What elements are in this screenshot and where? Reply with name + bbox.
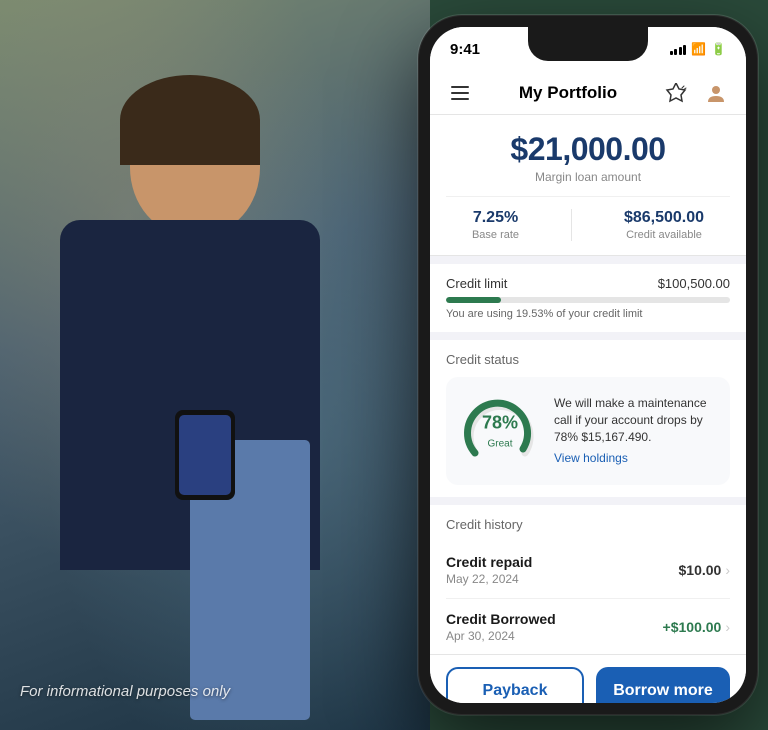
stat-divider: [571, 209, 572, 241]
history-item-date: Apr 30, 2024: [446, 629, 556, 643]
gauge-percent: 78%: [482, 412, 518, 433]
credit-available-label: Credit available: [624, 229, 704, 241]
status-icons: 📶 🔋: [670, 42, 726, 56]
background-photo: [0, 0, 430, 730]
phone-screen: 9:41 📶 🔋: [430, 27, 746, 703]
history-item-title: Credit Borrowed: [446, 611, 556, 627]
history-item-amount: $10.00: [679, 562, 722, 578]
history-item-right: $10.00 ›: [679, 562, 731, 578]
gauge-container: 78% Great: [460, 391, 540, 471]
chevron-right-icon: ›: [725, 562, 730, 578]
borrow-more-button[interactable]: Borrow more: [596, 667, 730, 703]
hamburger-icon[interactable]: [446, 79, 474, 107]
phone-device: 9:41 📶 🔋: [418, 15, 758, 715]
payback-button[interactable]: Payback: [446, 667, 584, 703]
credit-history-title: Credit history: [446, 517, 730, 532]
nav-title: My Portfolio: [519, 83, 617, 103]
credit-status-card: 78% Great We will make a maintenance cal…: [446, 377, 730, 485]
nav-action-icons: [662, 79, 730, 107]
status-time: 9:41: [450, 41, 480, 58]
base-rate-label: Base rate: [472, 229, 519, 241]
history-item-right: +$100.00 ›: [663, 619, 730, 635]
person-torso: [60, 220, 320, 570]
person-hair: [120, 75, 260, 165]
history-item[interactable]: Credit repaid May 22, 2024 $10.00 ›: [446, 542, 730, 599]
person-illustration: [0, 30, 430, 730]
credit-status-description: We will make a maintenance call if your …: [554, 395, 716, 466]
wifi-icon: 📶: [691, 42, 706, 56]
credit-status-section: Credit status 78% Great: [430, 340, 746, 497]
credit-history-section: Credit history Credit repaid May 22, 202…: [430, 505, 746, 654]
history-item-title: Credit repaid: [446, 554, 532, 570]
status-bar: 9:41 📶 🔋: [430, 27, 746, 71]
amount-label: Margin loan amount: [446, 170, 730, 184]
history-item-amount: +$100.00: [663, 619, 722, 635]
credit-limit-header: Credit limit $100,500.00: [446, 276, 730, 291]
person-phone: [175, 410, 235, 500]
credit-available-value: $86,500.00: [624, 209, 704, 227]
credit-progress-fill: [446, 297, 501, 303]
credit-limit-value: $100,500.00: [658, 276, 730, 291]
base-rate-stat: 7.25% Base rate: [472, 209, 519, 241]
screen-content: $21,000.00 Margin loan amount 7.25% Base…: [430, 115, 746, 654]
action-buttons: Payback Borrow more: [430, 654, 746, 703]
credit-status-message: We will make a maintenance call if your …: [554, 396, 707, 444]
credit-usage-text: You are using 19.53% of your credit limi…: [446, 308, 730, 320]
gauge-text: 78% Great: [482, 412, 518, 451]
history-item-left: Credit repaid May 22, 2024: [446, 554, 532, 586]
credit-limit-section: Credit limit $100,500.00 You are using 1…: [430, 264, 746, 332]
status-notch: [528, 27, 648, 61]
credit-progress-bar: [446, 297, 730, 303]
battery-icon: 🔋: [711, 42, 726, 56]
chevron-right-icon: ›: [725, 619, 730, 635]
phone-frame: 9:41 📶 🔋: [418, 15, 758, 715]
notification-icon[interactable]: [662, 79, 690, 107]
main-amount: $21,000.00: [446, 131, 730, 168]
amount-section: $21,000.00 Margin loan amount 7.25% Base…: [430, 115, 746, 256]
base-rate-value: 7.25%: [472, 209, 519, 227]
credit-limit-label: Credit limit: [446, 276, 507, 291]
nav-bar: My Portfolio: [430, 71, 746, 115]
gauge-label: Great: [487, 438, 512, 449]
watermark-text: For informational purposes only: [20, 683, 230, 700]
stats-row: 7.25% Base rate $86,500.00 Credit availa…: [446, 196, 730, 241]
history-item-date: May 22, 2024: [446, 572, 532, 586]
signal-bars-icon: [670, 43, 687, 55]
view-holdings-link[interactable]: View holdings: [554, 450, 716, 467]
credit-status-title: Credit status: [446, 352, 730, 367]
history-item[interactable]: Credit Borrowed Apr 30, 2024 +$100.00 ›: [446, 599, 730, 654]
profile-icon[interactable]: [702, 79, 730, 107]
history-item-left: Credit Borrowed Apr 30, 2024: [446, 611, 556, 643]
credit-available-stat: $86,500.00 Credit available: [624, 209, 704, 241]
